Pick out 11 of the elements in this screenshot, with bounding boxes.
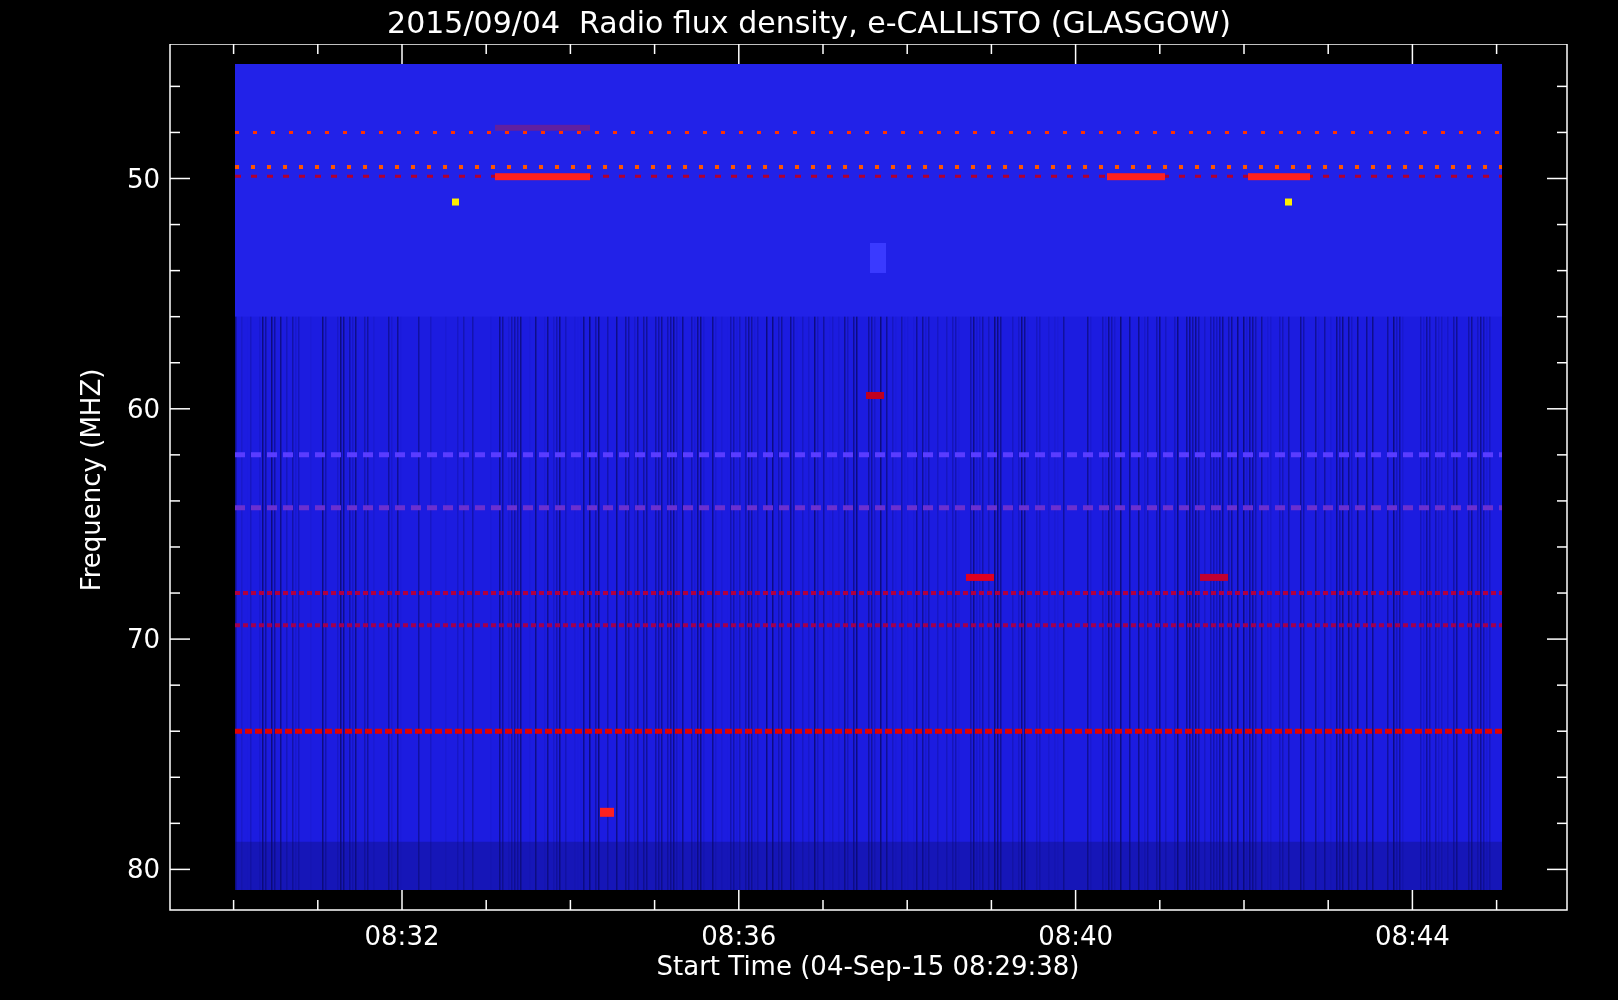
x-tick-label: 08:32: [364, 921, 440, 951]
x-tick-label: 08:44: [1374, 921, 1450, 951]
y-tick-label: 70: [126, 624, 160, 655]
y-tick-label: 80: [126, 854, 160, 885]
x-axis-label: Start Time (04-Sep-15 08:29:38): [656, 951, 1080, 981]
x-tick-label: 08:36: [701, 921, 777, 951]
chart-title: 2015/09/04 Radio flux density, e-CALLISTO (GLASGOW): [386, 3, 1232, 42]
y-tick-label: 60: [126, 393, 160, 424]
y-tick-label: 50: [126, 163, 160, 194]
y-axis-label: Frequency (MHZ): [76, 368, 106, 592]
x-tick-label: 08:40: [1038, 921, 1114, 951]
